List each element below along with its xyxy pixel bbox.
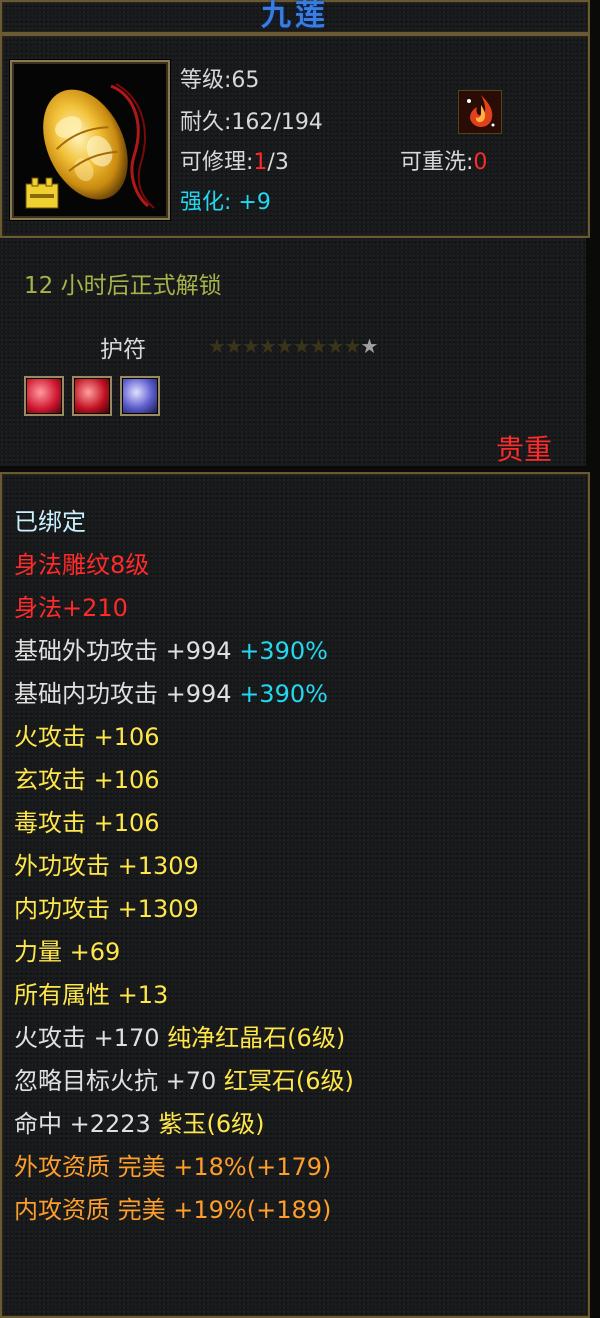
attribute-part: +106 [93, 809, 160, 837]
attribute-row: 火攻击 +106 [14, 717, 160, 752]
star-icon: ★ [224, 334, 243, 358]
item-portrait[interactable] [10, 60, 170, 220]
star-icon: ★ [241, 334, 260, 358]
attribute-part: 忽略目标火抗 [14, 1067, 166, 1095]
attribute-part: +994 [165, 637, 232, 665]
attribute-part: +69 [69, 938, 121, 966]
attribute-row: 身法+210 [14, 588, 128, 623]
amulet-type-label: 护符 [100, 337, 146, 363]
unlock-notice: 12 小时后正式解锁 [24, 273, 222, 299]
enhance-value: +9 [238, 190, 271, 215]
attribute-row: 火攻击 +170 纯净红晶石(6级) [14, 1018, 345, 1053]
attribute-row: 玄攻击 +106 [14, 760, 160, 795]
attributes-panel: 已绑定 身法雕纹8级 身法+210 基础外功攻击 +994 +390% 基础内功攻击 +… [0, 472, 590, 1318]
attribute-row: 身法雕纹8级 [14, 545, 149, 580]
red-gem-slot[interactable] [72, 376, 112, 416]
attribute-part: 基础外功攻击 [14, 637, 166, 665]
attribute-part: 纯净红晶石(6级) [167, 1024, 346, 1052]
attribute-part: +106 [93, 723, 160, 751]
attribute-row: 忽略目标火抗 +70 红冥石(6级) [14, 1061, 354, 1096]
precious-label: 贵重 [495, 433, 552, 466]
attribute-row: 基础外功攻击 +994 +390% [14, 631, 328, 666]
fire-element-icon [458, 90, 502, 134]
attribute-row: 力量 +69 [14, 932, 120, 967]
attribute-part: +13 [117, 981, 169, 1009]
attribute-part: 内功攻击 [14, 895, 118, 923]
attribute-part: 完美 [117, 1153, 174, 1181]
item-durability: 耐久:162/194 [180, 110, 323, 135]
repair-label: 可修理: [180, 150, 254, 175]
attribute-part: 身法+210 [14, 594, 128, 622]
repair-value: 1 [253, 150, 268, 175]
jade-amulet-icon [16, 66, 164, 214]
star-icon: ★ [208, 334, 226, 358]
title-bar: 九莲 [0, 0, 590, 34]
attribute-row: 所有属性 +13 [14, 975, 168, 1010]
attribute-part: +1309 [117, 895, 199, 923]
attribute-row: 外功攻击 +1309 [14, 846, 199, 881]
item-info-panel: 12 小时后正式解锁 护符 ★★★★★★★★★★ 贵重 [0, 238, 586, 466]
attribute-part: 基础内功攻击 [14, 680, 166, 708]
attribute-row: 命中 +2223 紫玉(6级) [14, 1104, 264, 1139]
attribute-part: 完美 [117, 1196, 174, 1224]
item-repair: 可修理:1/3 [180, 144, 289, 176]
attribute-row: 毒攻击 +106 [14, 803, 160, 838]
attribute-part: 毒攻击 [14, 809, 94, 837]
star-icon: ★ [309, 334, 328, 358]
attribute-part: 身法雕纹8级 [14, 551, 150, 579]
rewash-value: 0 [473, 150, 488, 175]
star-icon: ★ [292, 334, 311, 358]
enhance-label: 强化: [180, 190, 232, 215]
star-icon: ★ [275, 334, 294, 358]
attribute-part: 外功攻击 [14, 852, 118, 880]
attribute-row: 已绑定 [14, 502, 86, 537]
attribute-part: 已绑定 [14, 508, 86, 536]
item-enhance: 强化: +9 [180, 184, 271, 216]
star-rating: ★★★★★★★★★★ [208, 334, 378, 358]
attribute-part: +994 [165, 680, 232, 708]
repair-total: /3 [267, 150, 289, 175]
attribute-part: +18%(+179) [173, 1153, 332, 1181]
attribute-part: +390% [231, 637, 328, 665]
attribute-part: +19%(+189) [173, 1196, 332, 1224]
attribute-part: +390% [231, 680, 328, 708]
attribute-part: +170 [93, 1024, 168, 1052]
attribute-part: 命中 [14, 1110, 70, 1138]
attribute-part: +2223 [69, 1110, 159, 1138]
attribute-part: 力量 [14, 938, 70, 966]
attribute-part: +70 [165, 1067, 224, 1095]
item-level: 等级:65 [180, 68, 260, 93]
attribute-row: 内攻资质 完美 +19%(+189) [14, 1190, 331, 1225]
attribute-part: 内攻资质 [14, 1196, 118, 1224]
purple-jade-gem-slot[interactable] [120, 376, 160, 416]
attribute-part: 外攻资质 [14, 1153, 118, 1181]
attribute-part: 紫玉(6级) [158, 1110, 265, 1138]
star-icon: ★ [343, 334, 362, 358]
attribute-part: 红冥石(6级) [223, 1067, 354, 1095]
item-name: 九莲 [261, 0, 329, 33]
attribute-row: 内功攻击 +1309 [14, 889, 199, 924]
rewash-label: 可重洗: [400, 150, 474, 175]
attribute-part: 火攻击 [14, 1024, 94, 1052]
attribute-row: 基础内功攻击 +994 +390% [14, 674, 328, 709]
attribute-part: 玄攻击 [14, 766, 94, 794]
star-icon: ★ [258, 334, 277, 358]
attribute-row: 外攻资质 完美 +18%(+179) [14, 1147, 331, 1182]
star-icon: ★ [326, 334, 345, 358]
item-rewash: 可重洗:0 [400, 144, 487, 176]
attribute-part: 所有属性 [14, 981, 118, 1009]
item-header-panel: 等级:65 耐久:162/194 可修理:1/3 可重洗:0 强化: +9 [0, 34, 590, 238]
ruby-gem-slot[interactable] [24, 376, 64, 416]
attribute-part: +1309 [117, 852, 199, 880]
star-icon: ★ [360, 334, 378, 358]
attribute-part: +106 [93, 766, 160, 794]
attribute-part: 火攻击 [14, 723, 94, 751]
